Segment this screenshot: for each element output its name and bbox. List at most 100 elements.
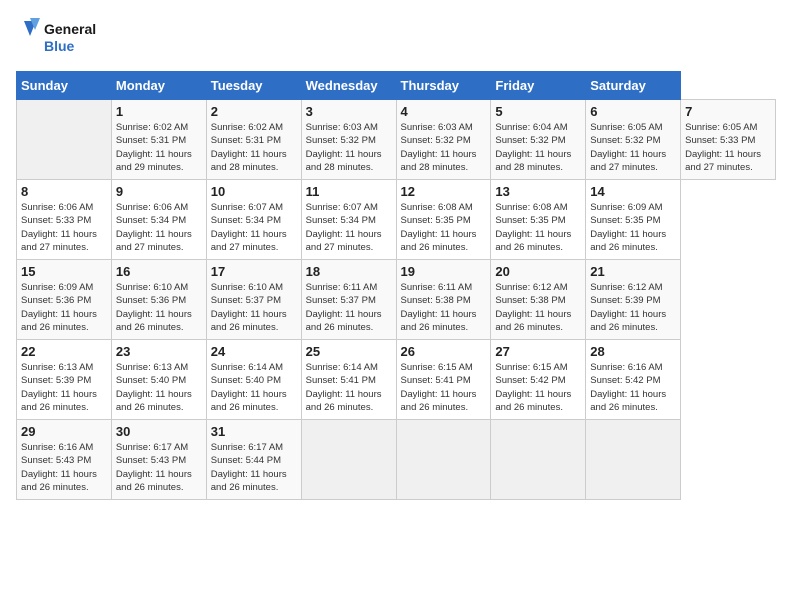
cell-info: Sunrise: 6:09 AM Sunset: 5:36 PM Dayligh… (21, 281, 107, 334)
calendar-cell: 16 Sunrise: 6:10 AM Sunset: 5:36 PM Dayli… (111, 260, 206, 340)
logo-svg: General Blue (16, 16, 136, 61)
calendar-cell: 23 Sunrise: 6:13 AM Sunset: 5:40 PM Dayli… (111, 340, 206, 420)
day-number: 3 (306, 104, 392, 119)
day-number: 20 (495, 264, 581, 279)
cell-info: Sunrise: 6:16 AM Sunset: 5:43 PM Dayligh… (21, 441, 107, 494)
day-number: 8 (21, 184, 107, 199)
calendar-cell: 9 Sunrise: 6:06 AM Sunset: 5:34 PM Daylig… (111, 180, 206, 260)
calendar-week-5: 29Sunrise: 6:16 AM Sunset: 5:43 PM Dayli… (17, 420, 776, 500)
day-number: 9 (116, 184, 202, 199)
cell-info: Sunrise: 6:10 AM Sunset: 5:36 PM Dayligh… (116, 281, 202, 334)
calendar-cell: 24 Sunrise: 6:14 AM Sunset: 5:40 PM Dayli… (206, 340, 301, 420)
calendar-cell (586, 420, 681, 500)
cell-info: Sunrise: 6:15 AM Sunset: 5:41 PM Dayligh… (401, 361, 487, 414)
cell-info: Sunrise: 6:13 AM Sunset: 5:40 PM Dayligh… (116, 361, 202, 414)
cell-info: Sunrise: 6:13 AM Sunset: 5:39 PM Dayligh… (21, 361, 107, 414)
calendar-cell: 20 Sunrise: 6:12 AM Sunset: 5:38 PM Dayli… (491, 260, 586, 340)
day-number: 19 (401, 264, 487, 279)
day-number: 17 (211, 264, 297, 279)
day-header-thursday: Thursday (396, 72, 491, 100)
cell-info: Sunrise: 6:05 AM Sunset: 5:33 PM Dayligh… (685, 121, 771, 174)
day-number: 6 (590, 104, 676, 119)
day-number: 30 (116, 424, 202, 439)
day-header-monday: Monday (111, 72, 206, 100)
day-number: 31 (211, 424, 297, 439)
day-number: 24 (211, 344, 297, 359)
calendar-cell: 10Sunrise: 6:07 AM Sunset: 5:34 PM Dayli… (206, 180, 301, 260)
calendar-cell: 18 Sunrise: 6:11 AM Sunset: 5:37 PM Dayli… (301, 260, 396, 340)
calendar-cell: 5 Sunrise: 6:04 AM Sunset: 5:32 PM Daylig… (491, 100, 586, 180)
calendar-cell: 30 Sunrise: 6:17 AM Sunset: 5:43 PM Dayli… (111, 420, 206, 500)
calendar-cell: 27Sunrise: 6:15 AM Sunset: 5:42 PM Dayli… (491, 340, 586, 420)
calendar-week-2: 8 Sunrise: 6:06 AM Sunset: 5:33 PM Daylig… (17, 180, 776, 260)
cell-info: Sunrise: 6:07 AM Sunset: 5:34 PM Dayligh… (306, 201, 392, 254)
cell-info: Sunrise: 6:05 AM Sunset: 5:32 PM Dayligh… (590, 121, 676, 174)
cell-info: Sunrise: 6:12 AM Sunset: 5:38 PM Dayligh… (495, 281, 581, 334)
day-number: 26 (401, 344, 487, 359)
day-header-saturday: Saturday (586, 72, 681, 100)
calendar-cell: 17 Sunrise: 6:10 AM Sunset: 5:37 PM Dayli… (206, 260, 301, 340)
cell-info: Sunrise: 6:14 AM Sunset: 5:40 PM Dayligh… (211, 361, 297, 414)
cell-info: Sunrise: 6:10 AM Sunset: 5:37 PM Dayligh… (211, 281, 297, 334)
calendar-week-3: 15 Sunrise: 6:09 AM Sunset: 5:36 PM Dayli… (17, 260, 776, 340)
calendar-cell (17, 100, 112, 180)
day-number: 27 (495, 344, 581, 359)
cell-info: Sunrise: 6:02 AM Sunset: 5:31 PM Dayligh… (211, 121, 297, 174)
calendar-cell: 14 Sunrise: 6:09 AM Sunset: 5:35 PM Dayli… (586, 180, 681, 260)
logo: General Blue (16, 16, 136, 61)
day-number: 16 (116, 264, 202, 279)
calendar-cell: 11Sunrise: 6:07 AM Sunset: 5:34 PM Dayli… (301, 180, 396, 260)
cell-info: Sunrise: 6:02 AM Sunset: 5:31 PM Dayligh… (116, 121, 202, 174)
calendar-cell: 6 Sunrise: 6:05 AM Sunset: 5:32 PM Daylig… (586, 100, 681, 180)
cell-info: Sunrise: 6:17 AM Sunset: 5:44 PM Dayligh… (211, 441, 297, 494)
calendar-cell: 21 Sunrise: 6:12 AM Sunset: 5:39 PM Dayli… (586, 260, 681, 340)
day-number: 5 (495, 104, 581, 119)
day-number: 10 (211, 184, 297, 199)
day-number: 21 (590, 264, 676, 279)
day-number: 18 (306, 264, 392, 279)
calendar-cell: 28 Sunrise: 6:16 AM Sunset: 5:42 PM Dayli… (586, 340, 681, 420)
day-number: 4 (401, 104, 487, 119)
cell-info: Sunrise: 6:08 AM Sunset: 5:35 PM Dayligh… (401, 201, 487, 254)
calendar-cell (396, 420, 491, 500)
day-number: 7 (685, 104, 771, 119)
cell-info: Sunrise: 6:04 AM Sunset: 5:32 PM Dayligh… (495, 121, 581, 174)
cell-info: Sunrise: 6:14 AM Sunset: 5:41 PM Dayligh… (306, 361, 392, 414)
calendar-cell: 29Sunrise: 6:16 AM Sunset: 5:43 PM Dayli… (17, 420, 112, 500)
cell-info: Sunrise: 6:09 AM Sunset: 5:35 PM Dayligh… (590, 201, 676, 254)
svg-text:Blue: Blue (44, 38, 75, 54)
calendar-cell (301, 420, 396, 500)
calendar-cell: 12 Sunrise: 6:08 AM Sunset: 5:35 PM Dayli… (396, 180, 491, 260)
cell-info: Sunrise: 6:12 AM Sunset: 5:39 PM Dayligh… (590, 281, 676, 334)
calendar-cell: 31 Sunrise: 6:17 AM Sunset: 5:44 PM Dayli… (206, 420, 301, 500)
calendar-week-4: 22 Sunrise: 6:13 AM Sunset: 5:39 PM Dayli… (17, 340, 776, 420)
day-number: 23 (116, 344, 202, 359)
cell-info: Sunrise: 6:11 AM Sunset: 5:37 PM Dayligh… (306, 281, 392, 334)
calendar-cell: 26 Sunrise: 6:15 AM Sunset: 5:41 PM Dayli… (396, 340, 491, 420)
cell-info: Sunrise: 6:11 AM Sunset: 5:38 PM Dayligh… (401, 281, 487, 334)
day-number: 13 (495, 184, 581, 199)
day-number: 28 (590, 344, 676, 359)
cell-info: Sunrise: 6:17 AM Sunset: 5:43 PM Dayligh… (116, 441, 202, 494)
day-header-sunday: Sunday (17, 72, 112, 100)
cell-info: Sunrise: 6:08 AM Sunset: 5:35 PM Dayligh… (495, 201, 581, 254)
cell-info: Sunrise: 6:16 AM Sunset: 5:42 PM Dayligh… (590, 361, 676, 414)
calendar-cell: 13 Sunrise: 6:08 AM Sunset: 5:35 PM Dayli… (491, 180, 586, 260)
cell-info: Sunrise: 6:06 AM Sunset: 5:34 PM Dayligh… (116, 201, 202, 254)
calendar-cell: 22 Sunrise: 6:13 AM Sunset: 5:39 PM Dayli… (17, 340, 112, 420)
day-number: 14 (590, 184, 676, 199)
cell-info: Sunrise: 6:06 AM Sunset: 5:33 PM Dayligh… (21, 201, 107, 254)
day-number: 22 (21, 344, 107, 359)
day-header-wednesday: Wednesday (301, 72, 396, 100)
day-header-friday: Friday (491, 72, 586, 100)
day-number: 15 (21, 264, 107, 279)
day-number: 12 (401, 184, 487, 199)
day-number: 25 (306, 344, 392, 359)
calendar-table: SundayMondayTuesdayWednesdayThursdayFrid… (16, 71, 776, 500)
calendar-cell: 4Sunrise: 6:03 AM Sunset: 5:32 PM Daylig… (396, 100, 491, 180)
calendar-header-row: SundayMondayTuesdayWednesdayThursdayFrid… (17, 72, 776, 100)
calendar-cell: 15 Sunrise: 6:09 AM Sunset: 5:36 PM Dayli… (17, 260, 112, 340)
calendar-cell: 8 Sunrise: 6:06 AM Sunset: 5:33 PM Daylig… (17, 180, 112, 260)
day-header-tuesday: Tuesday (206, 72, 301, 100)
calendar-cell: 2Sunrise: 6:02 AM Sunset: 5:31 PM Daylig… (206, 100, 301, 180)
